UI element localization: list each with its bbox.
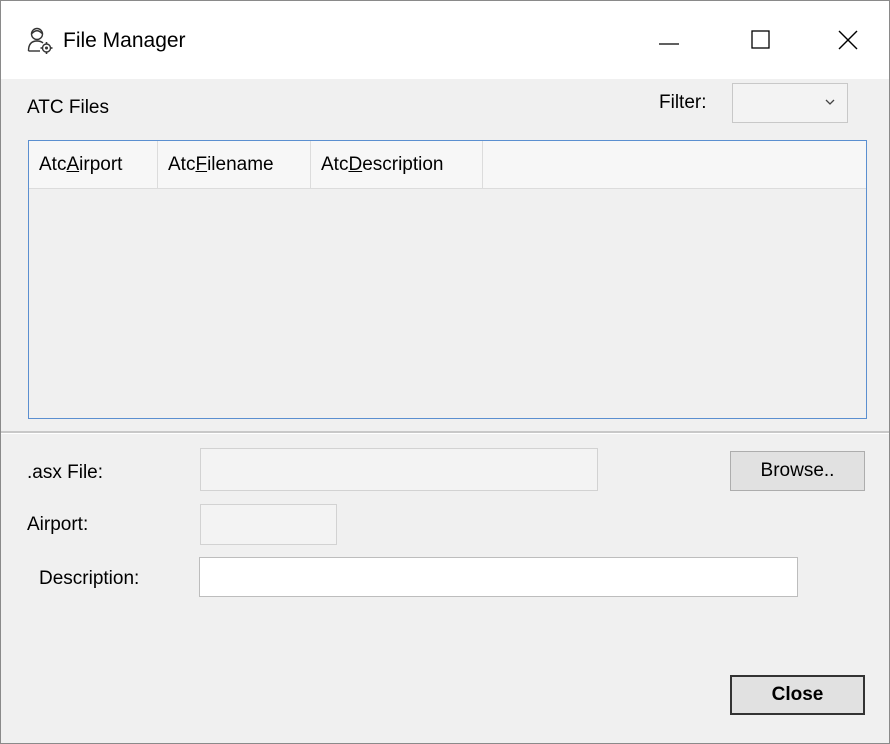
close-icon [838, 30, 858, 50]
asx-file-field[interactable] [200, 448, 598, 491]
browse-button[interactable]: Browse.. [730, 451, 865, 491]
atc-files-label: ATC Files [27, 97, 109, 118]
window-title: File Manager [63, 29, 186, 52]
section-divider [1, 431, 889, 434]
airport-label: Airport: [27, 514, 89, 535]
close-button[interactable]: Close [730, 675, 865, 715]
chevron-down-icon [825, 99, 835, 105]
minimize-icon [659, 43, 679, 45]
column-header-filler [483, 141, 866, 188]
description-field[interactable] [199, 557, 798, 597]
grid-header: Atc Airport Atc Filename Atc Description [29, 141, 866, 189]
filter-dropdown[interactable] [732, 83, 848, 123]
column-header-atc-description[interactable]: Atc Description [311, 141, 483, 188]
maximize-button[interactable] [715, 1, 807, 79]
close-window-button[interactable] [807, 1, 889, 79]
column-header-atc-filename[interactable]: Atc Filename [158, 141, 311, 188]
description-label: Description: [39, 568, 140, 589]
title-bar[interactable]: File Manager [1, 1, 889, 79]
airport-field[interactable] [200, 504, 337, 545]
admin-user-gear-icon [27, 27, 53, 54]
atc-files-grid[interactable]: Atc Airport Atc Filename Atc Description [28, 140, 867, 419]
asx-file-label: .asx File: [27, 462, 104, 483]
maximize-icon [751, 30, 770, 49]
file-manager-window: File Manager ATC Files Filter: Atc A irp… [0, 0, 890, 744]
filter-label: Filter: [659, 92, 707, 113]
column-header-atc-airport[interactable]: Atc Airport [29, 141, 158, 188]
minimize-button[interactable] [623, 1, 715, 79]
